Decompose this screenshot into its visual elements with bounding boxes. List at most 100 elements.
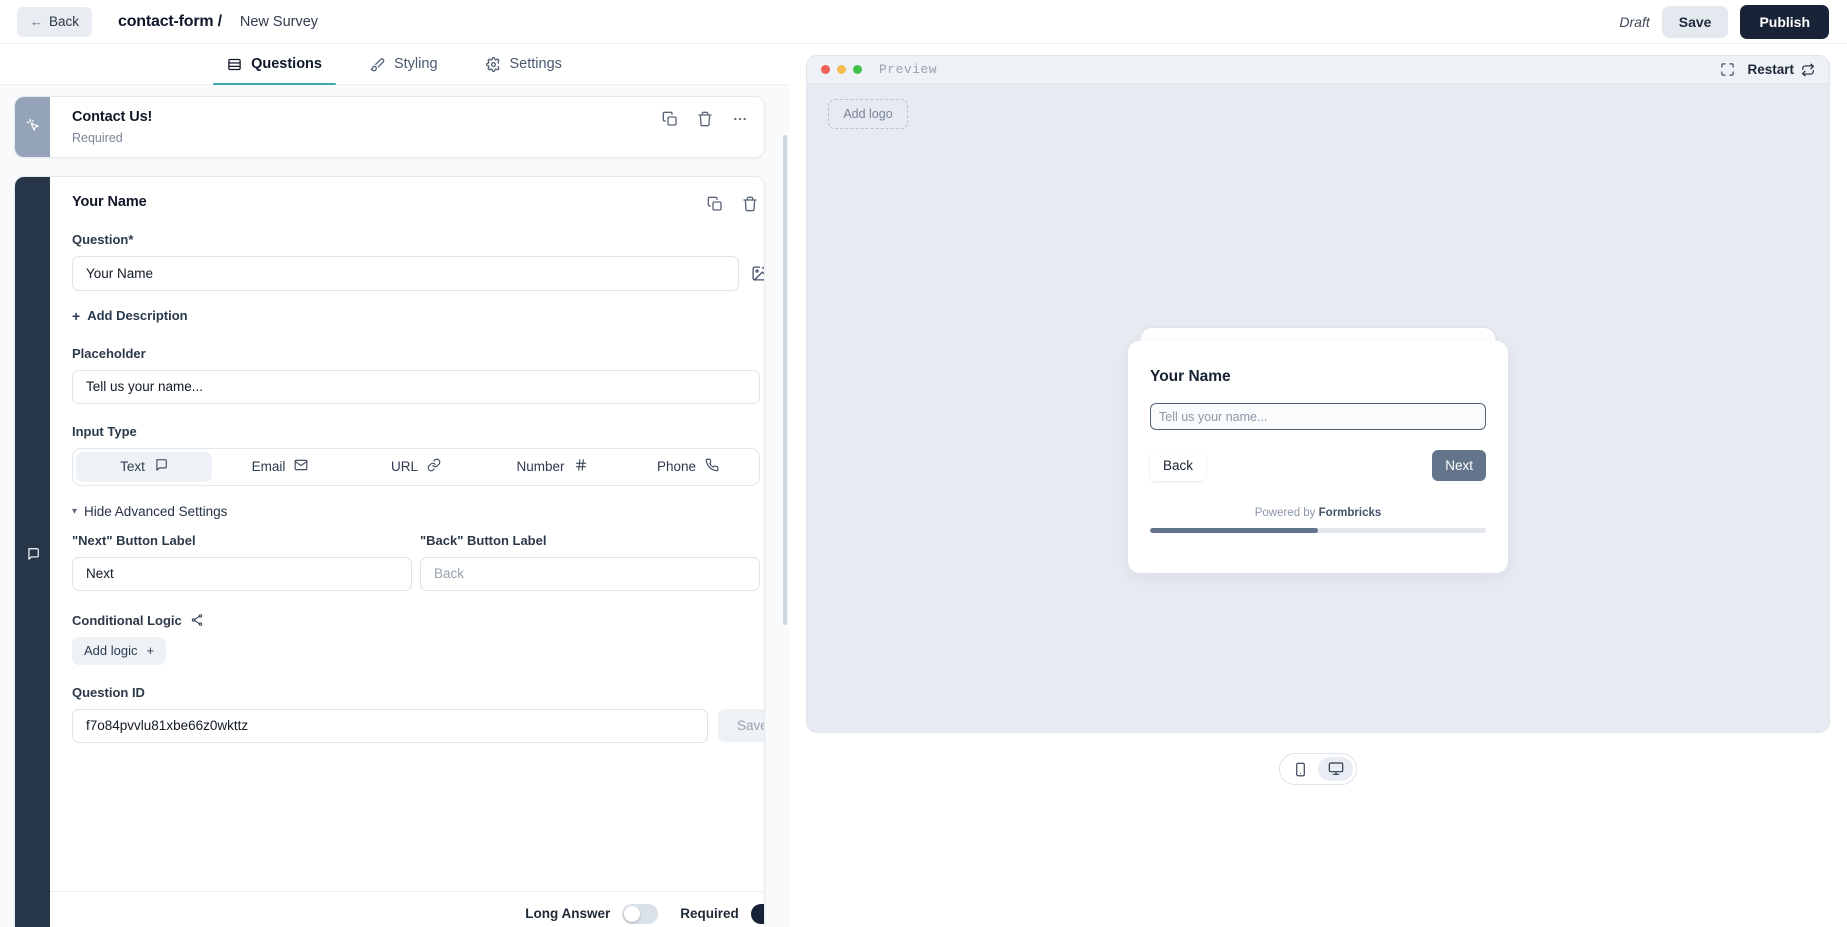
- phone-device-icon[interactable]: [1283, 757, 1318, 781]
- card-body: Contact Us! Required: [50, 97, 764, 157]
- button-labels-row: "Next" Button Label "Back" Button Label: [72, 532, 764, 591]
- card-subtitle: Required: [72, 131, 123, 145]
- switch-knob: [624, 905, 641, 922]
- input-type-email[interactable]: Email: [212, 452, 348, 482]
- ellipsis-icon[interactable]: [732, 111, 748, 127]
- preview-window-title: Preview: [879, 62, 938, 77]
- restart-button[interactable]: Restart: [1747, 62, 1815, 77]
- survey-next-button[interactable]: Next: [1432, 450, 1486, 481]
- question-id-input[interactable]: [72, 708, 708, 743]
- card-header: Contact Us! Required: [50, 97, 764, 155]
- survey-answer-input[interactable]: [1150, 403, 1486, 430]
- trash-icon[interactable]: [697, 111, 713, 127]
- placeholder-field-group: Placeholder: [50, 345, 764, 404]
- preview-pane: Preview Restart Add logo Your Name Tell …: [789, 44, 1847, 927]
- survey-card: Your Name Back Next Powered by Formbrick…: [1128, 341, 1508, 573]
- copy-icon[interactable]: [707, 196, 723, 212]
- card-title: Your Name: [72, 194, 147, 210]
- question-card-your-name[interactable]: Your Name Question* Your Name + Add Desc…: [14, 176, 765, 927]
- powered-by-brand: Formbricks: [1318, 507, 1382, 519]
- question-field-group: Question* + Add Description: [50, 232, 764, 326]
- next-button-label-input[interactable]: [72, 556, 412, 591]
- tab-questions[interactable]: Questions: [203, 44, 346, 86]
- preview-window-bar: Preview Restart: [807, 56, 1829, 84]
- input-type-phone[interactable]: Phone: [620, 452, 756, 482]
- brush-icon: [370, 57, 385, 72]
- message-square-icon: [26, 547, 40, 566]
- question-input[interactable]: [72, 256, 739, 291]
- question-id-label: Question ID: [72, 684, 145, 700]
- survey-nav-buttons: Back Next: [1150, 450, 1486, 481]
- card-actions: [662, 111, 748, 127]
- status-badge: Draft: [1619, 13, 1650, 30]
- add-logic-button[interactable]: Add logic +: [72, 636, 167, 665]
- survey-progress-bar: [1150, 528, 1486, 533]
- tab-styling-label: Styling: [393, 56, 438, 72]
- preview-viewport: Add logo Your Name Back Next Powered by …: [807, 84, 1829, 732]
- placeholder-label: Placeholder: [72, 345, 146, 361]
- back-button-label-input[interactable]: [420, 556, 760, 591]
- gear-icon: [485, 56, 501, 72]
- maximize-window-icon[interactable]: [853, 65, 862, 74]
- preview-window-actions: Restart: [1720, 62, 1815, 77]
- add-logo-button[interactable]: Add logo: [828, 99, 908, 129]
- plus-icon: +: [146, 643, 155, 658]
- add-description-button[interactable]: + Add Description: [72, 308, 188, 323]
- breadcrumb-project[interactable]: contact-form /: [118, 13, 222, 31]
- copy-icon[interactable]: [662, 111, 678, 127]
- placeholder-input[interactable]: [72, 369, 760, 404]
- maximize-icon[interactable]: [1720, 62, 1735, 77]
- input-type-label: Input Type: [72, 423, 137, 439]
- card-title-wrap: Contact Us! Required: [72, 109, 662, 145]
- save-button[interactable]: Save: [1661, 5, 1729, 38]
- add-description-label: Add Description: [87, 308, 188, 323]
- close-window-icon[interactable]: [821, 65, 830, 74]
- arrow-left-icon: ←: [30, 14, 43, 29]
- input-type-text[interactable]: Text: [76, 451, 212, 482]
- desktop-device-icon[interactable]: [1318, 757, 1353, 781]
- survey-back-button[interactable]: Back: [1150, 450, 1207, 481]
- question-id-row: Save: [72, 708, 764, 743]
- survey-progress-fill: [1150, 528, 1318, 533]
- minimize-window-icon[interactable]: [837, 65, 846, 74]
- input-type-text-label: Text: [120, 459, 145, 474]
- image-plus-icon[interactable]: [751, 265, 764, 282]
- question-id-save-button[interactable]: Save: [718, 709, 764, 742]
- powered-by-label: Powered by Formbricks: [1150, 507, 1486, 519]
- workflow-icon: [190, 613, 204, 627]
- tab-settings[interactable]: Settings: [462, 44, 586, 85]
- card-title: Contact Us!: [72, 109, 153, 125]
- input-type-url[interactable]: URL: [348, 452, 484, 482]
- input-type-group: Input Type Text Email URL Number Phone: [50, 423, 764, 486]
- input-type-segmented-control: Text Email URL Number Phone: [72, 447, 760, 486]
- long-answer-switch[interactable]: [622, 903, 659, 924]
- long-answer-label: Long Answer: [525, 906, 611, 921]
- publish-button[interactable]: Publish: [1740, 4, 1829, 39]
- preview-browser-window: Preview Restart Add logo Your Name Tell …: [806, 55, 1830, 733]
- input-type-number-label: Number: [516, 459, 565, 474]
- question-card-contact-us[interactable]: Contact Us! Required: [14, 96, 765, 158]
- tab-questions-label: Questions: [251, 56, 322, 72]
- message-square-icon: [154, 458, 168, 475]
- top-bar-actions: Draft Save Publish: [1619, 4, 1829, 39]
- tab-settings-label: Settings: [509, 56, 562, 72]
- card-body: Your Name Question* Your Name + Add Desc…: [50, 177, 764, 927]
- back-button-label-title: "Back" Button Label: [420, 532, 547, 548]
- input-type-email-label: Email: [251, 459, 286, 474]
- required-switch[interactable]: [750, 903, 764, 924]
- card-actions: [707, 196, 764, 212]
- hide-advanced-settings-toggle[interactable]: ▾ Hide Advanced Settings: [72, 504, 227, 519]
- back-button[interactable]: ← Back: [17, 6, 93, 37]
- input-type-url-label: URL: [390, 459, 418, 474]
- tab-styling[interactable]: Styling: [346, 44, 462, 85]
- plus-icon: +: [72, 307, 81, 324]
- editor-scrollbar[interactable]: [783, 135, 787, 625]
- input-type-phone-label: Phone: [656, 459, 697, 474]
- add-logic-label: Add logic: [84, 643, 138, 658]
- chevron-down-icon: ▾: [72, 505, 78, 517]
- refresh-icon: [1801, 63, 1815, 77]
- questions-list: Contact Us! Required Your Name Question*…: [0, 85, 789, 927]
- breadcrumb-survey-name[interactable]: New Survey: [240, 14, 318, 30]
- input-type-number[interactable]: Number: [484, 452, 620, 482]
- trash-icon[interactable]: [742, 196, 758, 212]
